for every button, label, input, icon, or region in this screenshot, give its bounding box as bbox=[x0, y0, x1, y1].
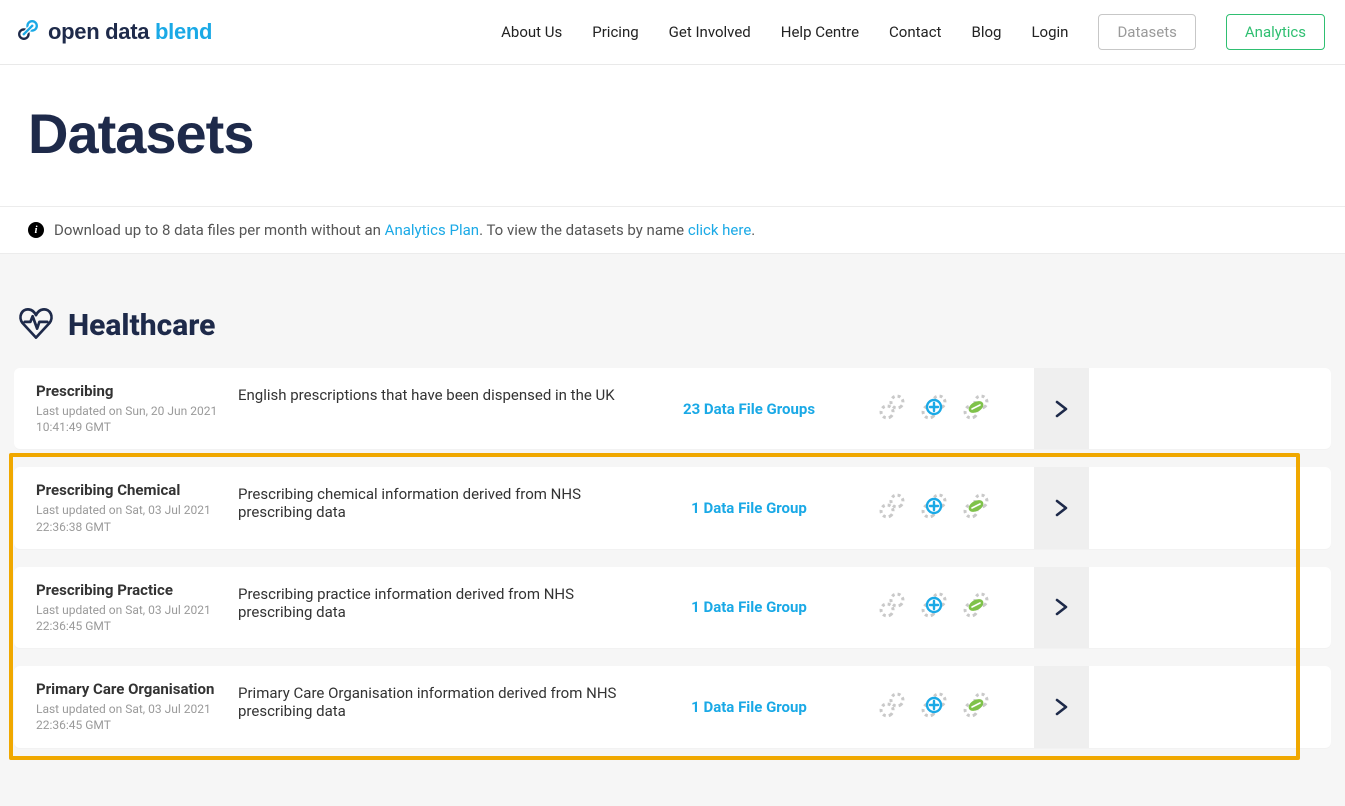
dataset-card-title-col: Prescribing Practice Last updated on Sat… bbox=[14, 567, 224, 648]
info-link-analytics-plan[interactable]: Analytics Plan bbox=[385, 221, 479, 239]
dataset-card-title-col: Prescribing Last updated on Sun, 20 Jun … bbox=[14, 368, 224, 449]
dataset-expand-button[interactable] bbox=[1034, 467, 1089, 548]
dataset-groups-link[interactable]: 23 Data File Groups bbox=[683, 400, 815, 418]
dataset-card[interactable]: Prescribing Chemical Last updated on Sat… bbox=[14, 467, 1331, 548]
dataset-groups-link[interactable]: 1 Data File Group bbox=[691, 698, 807, 716]
dataset-description: Prescribing practice information derived… bbox=[224, 567, 664, 648]
odb-knot-icon[interactable] bbox=[878, 691, 906, 723]
odb-knot-icon[interactable] bbox=[878, 492, 906, 524]
dataset-card[interactable]: Prescribing Practice Last updated on Sat… bbox=[14, 567, 1331, 648]
odb-knot-icon[interactable] bbox=[878, 591, 906, 623]
dataset-groups-col: 23 Data File Groups bbox=[664, 368, 834, 449]
dataset-card[interactable]: Prescribing Last updated on Sun, 20 Jun … bbox=[14, 368, 1331, 449]
odb-leaf-icon[interactable] bbox=[962, 691, 990, 723]
nav-datasets-button[interactable]: Datasets bbox=[1098, 14, 1195, 50]
dataset-name: Prescribing bbox=[36, 382, 218, 400]
dataset-description: Primary Care Organisation information de… bbox=[224, 666, 664, 747]
dataset-card[interactable]: Primary Care Organisation Last updated o… bbox=[14, 666, 1331, 747]
dataset-groups-col: 1 Data File Group bbox=[664, 666, 834, 747]
dataset-groups-col: 1 Data File Group bbox=[664, 567, 834, 648]
dataset-description: English prescriptions that have been dis… bbox=[224, 368, 664, 449]
dataset-actions-col bbox=[834, 467, 1034, 548]
odb-add-icon[interactable] bbox=[920, 393, 948, 425]
dataset-actions-col bbox=[834, 368, 1034, 449]
section-header-healthcare: Healthcare bbox=[14, 306, 1331, 344]
odb-add-icon[interactable] bbox=[920, 691, 948, 723]
dataset-expand-button[interactable] bbox=[1034, 666, 1089, 747]
dataset-name: Prescribing Practice bbox=[36, 581, 218, 599]
main-nav: About Us Pricing Get Involved Help Centr… bbox=[501, 14, 1325, 50]
dataset-groups-col: 1 Data File Group bbox=[664, 467, 834, 548]
nav-about[interactable]: About Us bbox=[501, 23, 562, 41]
brand-text-part1: open data bbox=[48, 19, 155, 44]
dataset-groups-link[interactable]: 1 Data File Group bbox=[691, 499, 807, 517]
info-mid: . To view the datasets by name bbox=[479, 221, 688, 239]
info-icon: i bbox=[28, 222, 44, 238]
dataset-updated: Last updated on Sun, 20 Jun 2021 10:41:4… bbox=[36, 403, 218, 435]
nav-get-involved[interactable]: Get Involved bbox=[669, 23, 751, 41]
odb-add-icon[interactable] bbox=[920, 591, 948, 623]
dataset-description: Prescribing chemical information derived… bbox=[224, 467, 664, 548]
nav-help[interactable]: Help Centre bbox=[781, 23, 859, 41]
page-title-row: Datasets bbox=[0, 65, 1345, 206]
dataset-updated: Last updated on Sat, 03 Jul 2021 22:36:3… bbox=[36, 502, 218, 534]
info-link-click-here[interactable]: click here bbox=[688, 221, 751, 239]
nav-contact[interactable]: Contact bbox=[889, 23, 941, 41]
dataset-updated: Last updated on Sat, 03 Jul 2021 22:36:4… bbox=[36, 602, 218, 634]
dataset-name: Prescribing Chemical bbox=[36, 481, 218, 499]
odb-add-icon[interactable] bbox=[920, 492, 948, 524]
odb-knot-icon[interactable] bbox=[878, 393, 906, 425]
odb-leaf-icon[interactable] bbox=[962, 492, 990, 524]
dataset-expand-button[interactable] bbox=[1034, 368, 1089, 449]
dataset-groups-link[interactable]: 1 Data File Group bbox=[691, 598, 807, 616]
odb-leaf-icon[interactable] bbox=[962, 591, 990, 623]
nav-blog[interactable]: Blog bbox=[971, 23, 1001, 41]
dataset-card-title-col: Prescribing Chemical Last updated on Sat… bbox=[14, 467, 224, 548]
page-title: Datasets bbox=[28, 101, 1345, 166]
dataset-actions-col bbox=[834, 666, 1034, 747]
dataset-updated: Last updated on Sat, 03 Jul 2021 22:36:4… bbox=[36, 701, 218, 733]
section-title: Healthcare bbox=[68, 308, 215, 343]
heart-pulse-icon bbox=[18, 306, 54, 344]
nav-login[interactable]: Login bbox=[1031, 23, 1068, 41]
brand-logo-icon bbox=[14, 16, 42, 48]
dataset-actions-col bbox=[834, 567, 1034, 648]
datasets-listing-area: Healthcare Prescribing Last updated on S… bbox=[0, 254, 1345, 806]
info-suffix: . bbox=[751, 221, 755, 239]
brand-logo[interactable]: open data blend bbox=[14, 16, 212, 48]
info-bar: i Download up to 8 data files per month … bbox=[0, 206, 1345, 254]
info-text: Download up to 8 data files per month wi… bbox=[54, 221, 755, 239]
nav-pricing[interactable]: Pricing bbox=[592, 23, 638, 41]
dataset-expand-button[interactable] bbox=[1034, 567, 1089, 648]
dataset-name: Primary Care Organisation bbox=[36, 680, 218, 698]
odb-leaf-icon[interactable] bbox=[962, 393, 990, 425]
site-header: open data blend About Us Pricing Get Inv… bbox=[0, 0, 1345, 65]
nav-analytics-button[interactable]: Analytics bbox=[1226, 14, 1325, 50]
brand-text-part2: blend bbox=[155, 19, 212, 44]
info-prefix: Download up to 8 data files per month wi… bbox=[54, 221, 385, 239]
dataset-card-title-col: Primary Care Organisation Last updated o… bbox=[14, 666, 224, 747]
brand-logo-text: open data blend bbox=[48, 19, 212, 45]
